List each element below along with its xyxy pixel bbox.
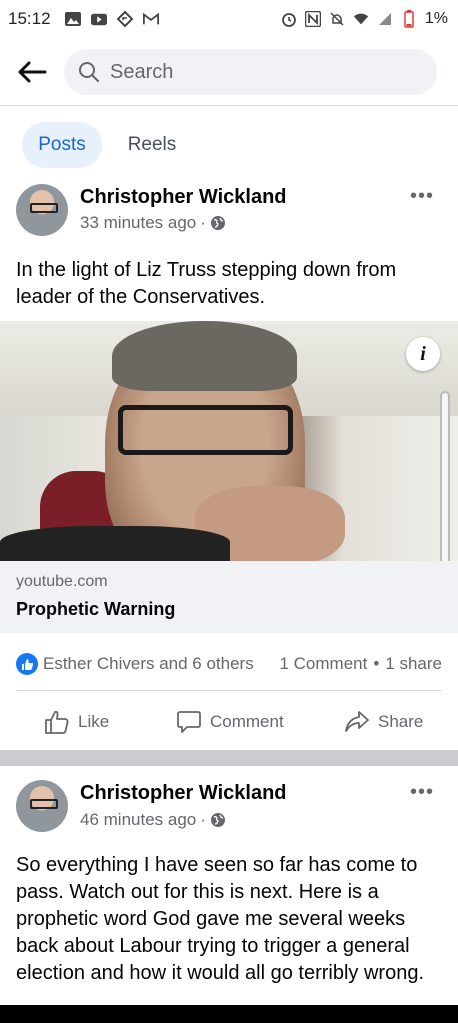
post-time[interactable]: 46 minutes ago bbox=[80, 810, 196, 830]
post-text: In the light of Liz Truss stepping down … bbox=[16, 259, 397, 308]
mute-icon bbox=[329, 11, 345, 27]
image-glasses bbox=[118, 405, 293, 455]
post-meta: 46 minutes ago · bbox=[80, 810, 226, 830]
search-input[interactable] bbox=[110, 60, 410, 84]
post-author[interactable]: Christopher Wickland bbox=[80, 186, 287, 209]
gmail-icon bbox=[142, 11, 159, 27]
image-hair bbox=[112, 321, 297, 391]
post-options-button[interactable]: ••• bbox=[408, 185, 436, 207]
link-preview-image[interactable]: i bbox=[0, 321, 458, 561]
post-separator bbox=[0, 750, 458, 766]
system-nav-bar bbox=[0, 1005, 458, 1023]
image-icon bbox=[64, 11, 81, 27]
post-card: Christopher Wickland 46 minutes ago · ••… bbox=[0, 766, 458, 1006]
reaction-summary: Esther Chivers and 6 others 1 Comment • … bbox=[16, 651, 442, 677]
info-icon[interactable]: i bbox=[406, 337, 440, 371]
tab-reels[interactable]: Reels bbox=[112, 122, 192, 168]
comment-icon bbox=[177, 711, 201, 733]
meta-separator: · bbox=[200, 213, 206, 232]
count-separator: • bbox=[373, 654, 380, 673]
nfc-icon bbox=[304, 11, 321, 27]
back-button[interactable] bbox=[7, 47, 57, 97]
like-label: Like bbox=[78, 712, 110, 731]
meta-separator: · bbox=[200, 810, 206, 829]
post-card: Christopher Wickland 33 minutes ago · ••… bbox=[0, 180, 458, 750]
search-header bbox=[0, 38, 458, 106]
alarm-icon bbox=[281, 11, 297, 27]
content-tabs: Posts Reels bbox=[0, 106, 458, 186]
comment-label: Comment bbox=[210, 712, 284, 731]
action-divider bbox=[16, 690, 442, 691]
thumbs-up-icon bbox=[45, 710, 69, 734]
share-icon bbox=[345, 711, 369, 732]
system-icons: 1% bbox=[281, 10, 448, 28]
share-button[interactable]: Share bbox=[344, 709, 423, 735]
globe-icon bbox=[210, 813, 225, 827]
wifi-icon bbox=[353, 11, 369, 27]
post-text: So everything I have seen so far has com… bbox=[16, 854, 424, 984]
share-count[interactable]: 1 share bbox=[385, 654, 442, 674]
post-meta: 33 minutes ago · bbox=[80, 213, 226, 233]
status-time: 15:12 bbox=[8, 9, 51, 28]
battery-level: 1% bbox=[424, 10, 448, 27]
avatar[interactable] bbox=[16, 780, 68, 832]
battery-icon bbox=[401, 10, 417, 28]
likers-text[interactable]: Esther Chivers and 6 others bbox=[43, 654, 254, 674]
link-title: Prophetic Warning bbox=[16, 599, 176, 619]
image-shirt bbox=[0, 526, 230, 561]
search-icon bbox=[79, 62, 100, 83]
link-domain: youtube.com bbox=[16, 573, 108, 590]
status-bar: 15:12 1% bbox=[0, 0, 458, 38]
back-arrow-icon bbox=[18, 61, 47, 82]
avatar[interactable] bbox=[16, 184, 68, 236]
youtube-icon bbox=[90, 11, 107, 27]
signal-icon bbox=[377, 11, 393, 27]
post-time[interactable]: 33 minutes ago bbox=[80, 213, 196, 233]
post-actions: Like Comment Share bbox=[0, 700, 458, 744]
comment-count[interactable]: 1 Comment bbox=[279, 654, 367, 674]
scrollbar-handle[interactable] bbox=[440, 391, 450, 561]
post-options-button[interactable]: ••• bbox=[408, 781, 436, 803]
like-reaction-icon bbox=[16, 653, 38, 675]
comment-button[interactable]: Comment bbox=[176, 709, 284, 735]
search-bar[interactable] bbox=[64, 49, 437, 95]
engagement-counts: 1 Comment • 1 share bbox=[279, 654, 442, 674]
like-button[interactable]: Like bbox=[44, 709, 109, 735]
tab-posts[interactable]: Posts bbox=[22, 122, 102, 168]
post-author[interactable]: Christopher Wickland bbox=[80, 782, 287, 805]
nav-icon bbox=[116, 11, 133, 27]
notification-icons bbox=[64, 11, 159, 27]
globe-icon bbox=[210, 216, 225, 230]
share-label: Share bbox=[378, 712, 424, 731]
link-preview-footer[interactable]: youtube.com Prophetic Warning bbox=[0, 561, 458, 633]
